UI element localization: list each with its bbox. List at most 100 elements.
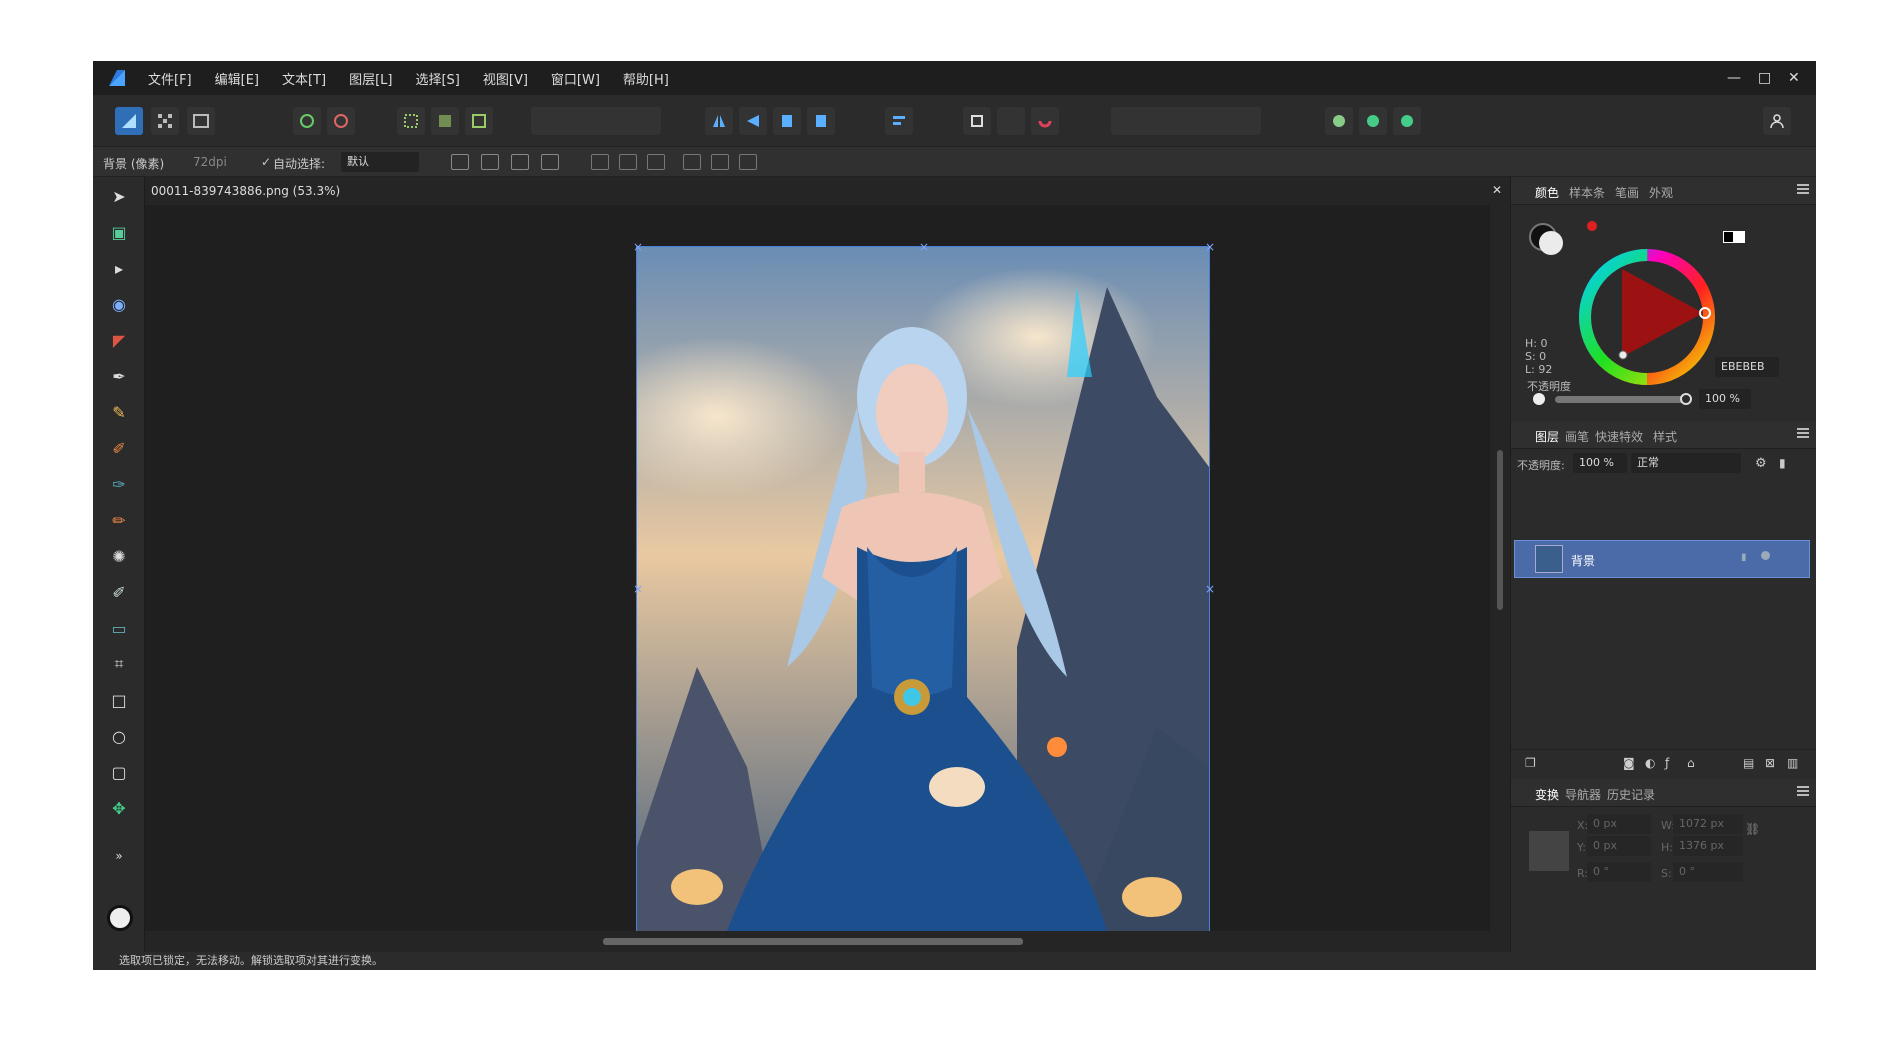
- pencil-tool-icon[interactable]: ✎: [107, 401, 131, 423]
- pen-tool-icon[interactable]: ✒: [107, 365, 131, 387]
- link-icon[interactable]: ⛓: [1745, 822, 1760, 836]
- menu-view[interactable]: 视图[V]: [483, 69, 528, 88]
- auto-select-dropdown[interactable]: 默认: [341, 152, 419, 172]
- layer-stack-icon[interactable]: ❐: [1525, 756, 1536, 770]
- selection-brush-icon[interactable]: ◉: [107, 293, 131, 315]
- layer-opacity-field[interactable]: 100 %: [1573, 453, 1627, 473]
- resize-handle-nw[interactable]: ×: [633, 241, 643, 253]
- menu-text[interactable]: 文本[T]: [282, 69, 326, 88]
- move-tool-icon[interactable]: ➤: [107, 185, 131, 207]
- hex-color-field[interactable]: EBEBEB: [1715, 357, 1779, 377]
- align-button[interactable]: [885, 107, 913, 135]
- layer-settings-icon[interactable]: ⚙: [1755, 456, 1767, 471]
- opacity-slider-track[interactable]: [1555, 396, 1687, 403]
- healing-brush-icon[interactable]: ✐: [107, 581, 131, 603]
- menu-layer[interactable]: 图层[L]: [349, 69, 392, 88]
- x-field[interactable]: 0 px: [1587, 814, 1651, 834]
- horizontal-scroll-thumb[interactable]: [603, 938, 1023, 945]
- tab-quick-fx[interactable]: 快速特效: [1595, 428, 1643, 445]
- grid-align-icon[interactable]: [541, 154, 559, 170]
- resize-handle-n[interactable]: ×: [919, 241, 929, 253]
- minimize-button[interactable]: —: [1727, 70, 1741, 86]
- selection-mode-button[interactable]: [1359, 107, 1387, 135]
- resize-handle-e[interactable]: ×: [1205, 583, 1215, 595]
- ellipse-tool-icon[interactable]: ○: [107, 725, 131, 747]
- layer-lock-icon[interactable]: ▮: [1741, 552, 1747, 563]
- group-layer-icon[interactable]: ⊠: [1765, 756, 1775, 770]
- tab-layers[interactable]: 图层: [1535, 428, 1559, 445]
- fx-icon[interactable]: ƒ: [1665, 756, 1669, 770]
- transform-panel-menu-icon[interactable]: [1797, 786, 1809, 796]
- paint-brush-icon[interactable]: ✏: [107, 509, 131, 531]
- vertical-scroll-thumb[interactable]: [1497, 450, 1503, 610]
- layers-panel-menu-icon[interactable]: [1797, 428, 1809, 438]
- distribute-icon[interactable]: [511, 154, 529, 170]
- vertical-scrollbar[interactable]: [1490, 205, 1510, 931]
- color-swatch[interactable]: [107, 905, 133, 931]
- auto-select-checkbox[interactable]: ✓: [261, 155, 271, 169]
- photo-persona-button[interactable]: [115, 107, 143, 135]
- quick-mask-button[interactable]: [1325, 107, 1353, 135]
- blend-mode-dropdown[interactable]: 正常: [1631, 453, 1741, 473]
- flip-horizontal-button[interactable]: [705, 107, 733, 135]
- align-middle-icon[interactable]: [711, 154, 729, 170]
- tab-appearance[interactable]: 外观: [1649, 184, 1673, 201]
- align-left-icon[interactable]: [591, 154, 609, 170]
- shear-field[interactable]: 0 °: [1673, 862, 1743, 882]
- resize-handle-w[interactable]: ×: [633, 583, 643, 595]
- canvas[interactable]: × × × × ×: [145, 205, 1490, 931]
- node-tool-icon[interactable]: ▸: [107, 257, 131, 279]
- maximize-button[interactable]: □: [1758, 70, 1771, 86]
- resize-handle-ne[interactable]: ×: [1205, 241, 1215, 253]
- white-swatch[interactable]: [1733, 231, 1745, 243]
- more-tools-icon[interactable]: »: [107, 845, 131, 867]
- align-top-icon[interactable]: [683, 154, 701, 170]
- opacity-slider-thumb[interactable]: [1680, 393, 1692, 405]
- lock-icon[interactable]: ▮: [1779, 456, 1786, 470]
- align-right-icon[interactable]: [647, 154, 665, 170]
- fill-color-swatch[interactable]: [1539, 231, 1563, 255]
- select-all-button[interactable]: [397, 107, 425, 135]
- deselect-button[interactable]: [431, 107, 459, 135]
- rotate-left-button[interactable]: [773, 107, 801, 135]
- y-field[interactable]: 0 px: [1587, 836, 1651, 856]
- gradient-tool-icon[interactable]: ▭: [107, 617, 131, 639]
- menu-edit[interactable]: 编辑[E]: [215, 69, 259, 88]
- horizontal-scrollbar[interactable]: [145, 931, 1510, 952]
- align-bottom-icon[interactable]: [739, 154, 757, 170]
- tab-swatches[interactable]: 样本条: [1569, 184, 1605, 201]
- close-document-icon[interactable]: ✕: [1492, 183, 1502, 197]
- artboard-tool-icon[interactable]: ▣: [107, 221, 131, 243]
- close-window-button[interactable]: ✕: [1788, 70, 1800, 86]
- clone-tool-icon[interactable]: ✐: [107, 437, 131, 459]
- export-persona-button[interactable]: [187, 107, 215, 135]
- document-tab[interactable]: 00011-839743886.png (53.3%) ✕: [145, 177, 1510, 205]
- menu-help[interactable]: 帮助[H]: [623, 69, 669, 88]
- layer-row[interactable]: 背景 ▮: [1514, 540, 1810, 578]
- crop-tool-icon[interactable]: ⌗: [107, 653, 131, 675]
- anchor-selector[interactable]: [1529, 831, 1569, 871]
- tab-brushes[interactable]: 画笔: [1565, 428, 1589, 445]
- color-panel-menu-icon[interactable]: [1797, 184, 1809, 194]
- flood-select-icon[interactable]: ◤: [107, 329, 131, 351]
- rectangle-tool-icon[interactable]: □: [107, 689, 131, 711]
- settings-button[interactable]: [327, 107, 355, 135]
- snapping-button[interactable]: [963, 107, 991, 135]
- pixel-persona-button[interactable]: [151, 107, 179, 135]
- account-button[interactable]: [1763, 107, 1791, 135]
- delete-layer-icon[interactable]: ▥: [1787, 756, 1798, 770]
- transform-origin-icon[interactable]: [451, 154, 469, 170]
- show-bounds-icon[interactable]: [481, 154, 499, 170]
- color-wheel[interactable]: [1577, 247, 1717, 387]
- flip-vertical-button[interactable]: [739, 107, 767, 135]
- invert-selection-button[interactable]: [465, 107, 493, 135]
- align-center-icon[interactable]: [619, 154, 637, 170]
- live-filter-icon[interactable]: ⌂: [1687, 756, 1695, 770]
- tab-transform[interactable]: 变换: [1535, 786, 1559, 803]
- snapping-options-button[interactable]: [1031, 107, 1059, 135]
- menu-file[interactable]: 文件[F]: [148, 69, 192, 88]
- layer-visibility-icon[interactable]: [1761, 551, 1770, 560]
- tab-stroke[interactable]: 笔画: [1615, 184, 1639, 201]
- tab-history[interactable]: 历史记录: [1607, 786, 1655, 803]
- rounded-rect-tool-icon[interactable]: ▢: [107, 761, 131, 783]
